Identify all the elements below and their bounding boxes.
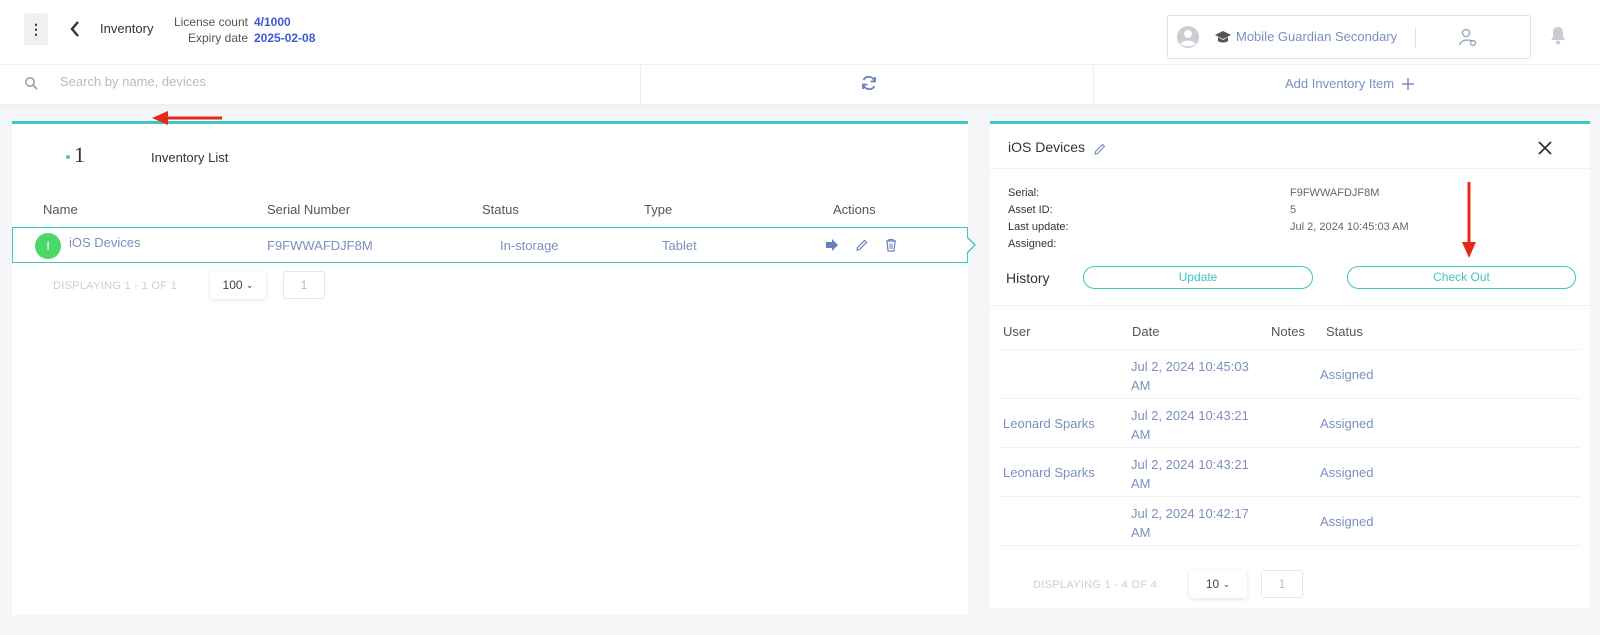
history-status: Assigned xyxy=(1320,416,1374,431)
history-date: Jul 2, 2024 10:43:21 AM xyxy=(1131,408,1249,442)
history-status: Assigned xyxy=(1320,465,1374,480)
graduation-cap-icon xyxy=(1215,31,1231,43)
check-out-icon[interactable] xyxy=(825,238,839,252)
plus-icon xyxy=(1402,77,1415,90)
table-row[interactable]: I iOS Devices F9FWWAFDJF8M In-storage Ta… xyxy=(12,227,976,263)
history-status: Assigned xyxy=(1320,367,1374,382)
school-name: Mobile Guardian Secondary xyxy=(1236,29,1398,44)
status: In-storage xyxy=(500,238,559,253)
school-selector[interactable]: Mobile Guardian Secondary xyxy=(1167,15,1531,59)
history-row: Leonard Sparks Jul 2, 2024 10:43:21 AM A… xyxy=(1000,398,1580,446)
device-avatar: I xyxy=(35,233,61,259)
annotation-arrow xyxy=(152,111,222,125)
divider xyxy=(1415,28,1416,48)
item-count: 1 xyxy=(66,142,85,168)
detail-panel: iOS Devices Serial: F9FWWAFDJF8M Asset I… xyxy=(990,121,1590,608)
search-icon xyxy=(25,77,38,90)
history-column-notes: Notes xyxy=(1271,324,1305,339)
bell-icon[interactable] xyxy=(1549,25,1567,45)
license-count-value: 4/1000 xyxy=(254,15,291,29)
divider xyxy=(1000,545,1580,546)
divider xyxy=(990,305,1590,306)
history-user[interactable]: Leonard Sparks xyxy=(1003,465,1095,480)
refresh-icon[interactable] xyxy=(860,74,878,92)
column-header-serial[interactable]: Serial Number xyxy=(267,202,350,217)
field-label-serial: Serial: xyxy=(1008,187,1040,199)
pencil-icon[interactable] xyxy=(855,238,869,252)
serial-number: F9FWWAFDJF8M xyxy=(267,238,373,253)
panel-title: Inventory List xyxy=(151,150,229,165)
field-value-asset-id: 5 xyxy=(1290,204,1297,216)
detail-title: iOS Devices xyxy=(1008,139,1086,155)
row-pointer-fill xyxy=(966,237,974,253)
add-inventory-item-label: Add Inventory Item xyxy=(1285,76,1395,91)
kebab-menu-button[interactable]: ⋮ xyxy=(24,13,48,45)
top-bar: ⋮ Inventory License count 4/1000 Expiry d… xyxy=(0,0,1600,64)
license-info: License count 4/1000 Expiry date 2025-02-0… xyxy=(170,14,315,46)
check-out-button[interactable]: Check Out xyxy=(1347,266,1576,289)
history-column-user: User xyxy=(1003,324,1031,339)
page-size-select[interactable]: 100 ⌄ xyxy=(210,271,266,299)
column-header-status[interactable]: Status xyxy=(482,202,519,217)
divider xyxy=(990,168,1590,169)
field-label-assigned: Assigned: xyxy=(1008,238,1057,250)
history-column-status: Status xyxy=(1326,324,1363,339)
chevron-down-icon: ⌄ xyxy=(245,279,254,290)
update-button[interactable]: Update xyxy=(1083,266,1313,289)
history-date: Jul 2, 2024 10:43:21 AM xyxy=(1131,457,1249,491)
type: Tablet xyxy=(662,238,697,253)
history-label: History xyxy=(1006,270,1050,286)
expiry-date-value: 2025-02-08 xyxy=(254,31,316,45)
count-dot xyxy=(66,154,70,159)
column-header-name[interactable]: Name xyxy=(43,202,78,217)
column-header-type[interactable]: Type xyxy=(644,202,672,217)
field-value-serial: F9FWWAFDJF8M xyxy=(1290,187,1380,199)
inventory-list-panel: 1 Inventory List Name Serial Number Stat… xyxy=(12,121,976,615)
history-row: Jul 2, 2024 10:45:03 AM Assigned xyxy=(1000,349,1580,397)
column-header-actions: Actions xyxy=(833,202,876,217)
history-page-size-select[interactable]: 10 ⌄ xyxy=(1189,570,1247,598)
field-value-last-update: Jul 2, 2024 10:45:03 AM xyxy=(1290,221,1409,233)
history-row: Leonard Sparks Jul 2, 2024 10:43:21 AM A… xyxy=(1000,447,1580,495)
history-date: Jul 2, 2024 10:42:17 AM xyxy=(1131,506,1249,540)
history-date: Jul 2, 2024 10:45:03 AM xyxy=(1131,359,1249,393)
breadcrumb: Inventory xyxy=(100,21,154,36)
toolbar: Add Inventory Item xyxy=(0,64,1600,105)
history-page-number[interactable]: 1 xyxy=(1261,570,1303,598)
history-user[interactable]: Leonard Sparks xyxy=(1003,416,1095,431)
divider xyxy=(1093,65,1094,105)
edit-pencil-icon[interactable] xyxy=(1093,142,1107,156)
license-count-label: License count xyxy=(173,15,248,29)
chevron-left-icon[interactable] xyxy=(68,19,82,39)
user-avatar-icon xyxy=(1177,26,1199,48)
add-inventory-item-button[interactable]: Add Inventory Item xyxy=(1285,76,1415,91)
expiry-date-label: Expiry date xyxy=(187,31,248,45)
field-label-asset-id: Asset ID: xyxy=(1008,204,1053,216)
history-row: Jul 2, 2024 10:42:17 AM Assigned xyxy=(1000,496,1580,544)
history-column-date: Date xyxy=(1132,324,1160,339)
page-number[interactable]: 1 xyxy=(283,271,325,299)
user-settings-icon[interactable] xyxy=(1458,27,1478,47)
chevron-down-icon: ⌄ xyxy=(1222,578,1231,589)
field-label-last-update: Last update: xyxy=(1008,221,1069,233)
history-pagination-info: DISPLAYING 1 - 4 OF 4 xyxy=(1033,579,1158,591)
search-input[interactable] xyxy=(60,74,560,89)
history-status: Assigned xyxy=(1320,514,1374,529)
close-icon[interactable] xyxy=(1538,141,1552,155)
pagination-info: DISPLAYING 1 - 1 OF 1 xyxy=(53,280,178,292)
annotation-arrow xyxy=(1462,182,1476,258)
trash-icon[interactable] xyxy=(884,238,898,252)
divider xyxy=(640,65,641,105)
device-name-link[interactable]: iOS Devices xyxy=(69,235,141,250)
